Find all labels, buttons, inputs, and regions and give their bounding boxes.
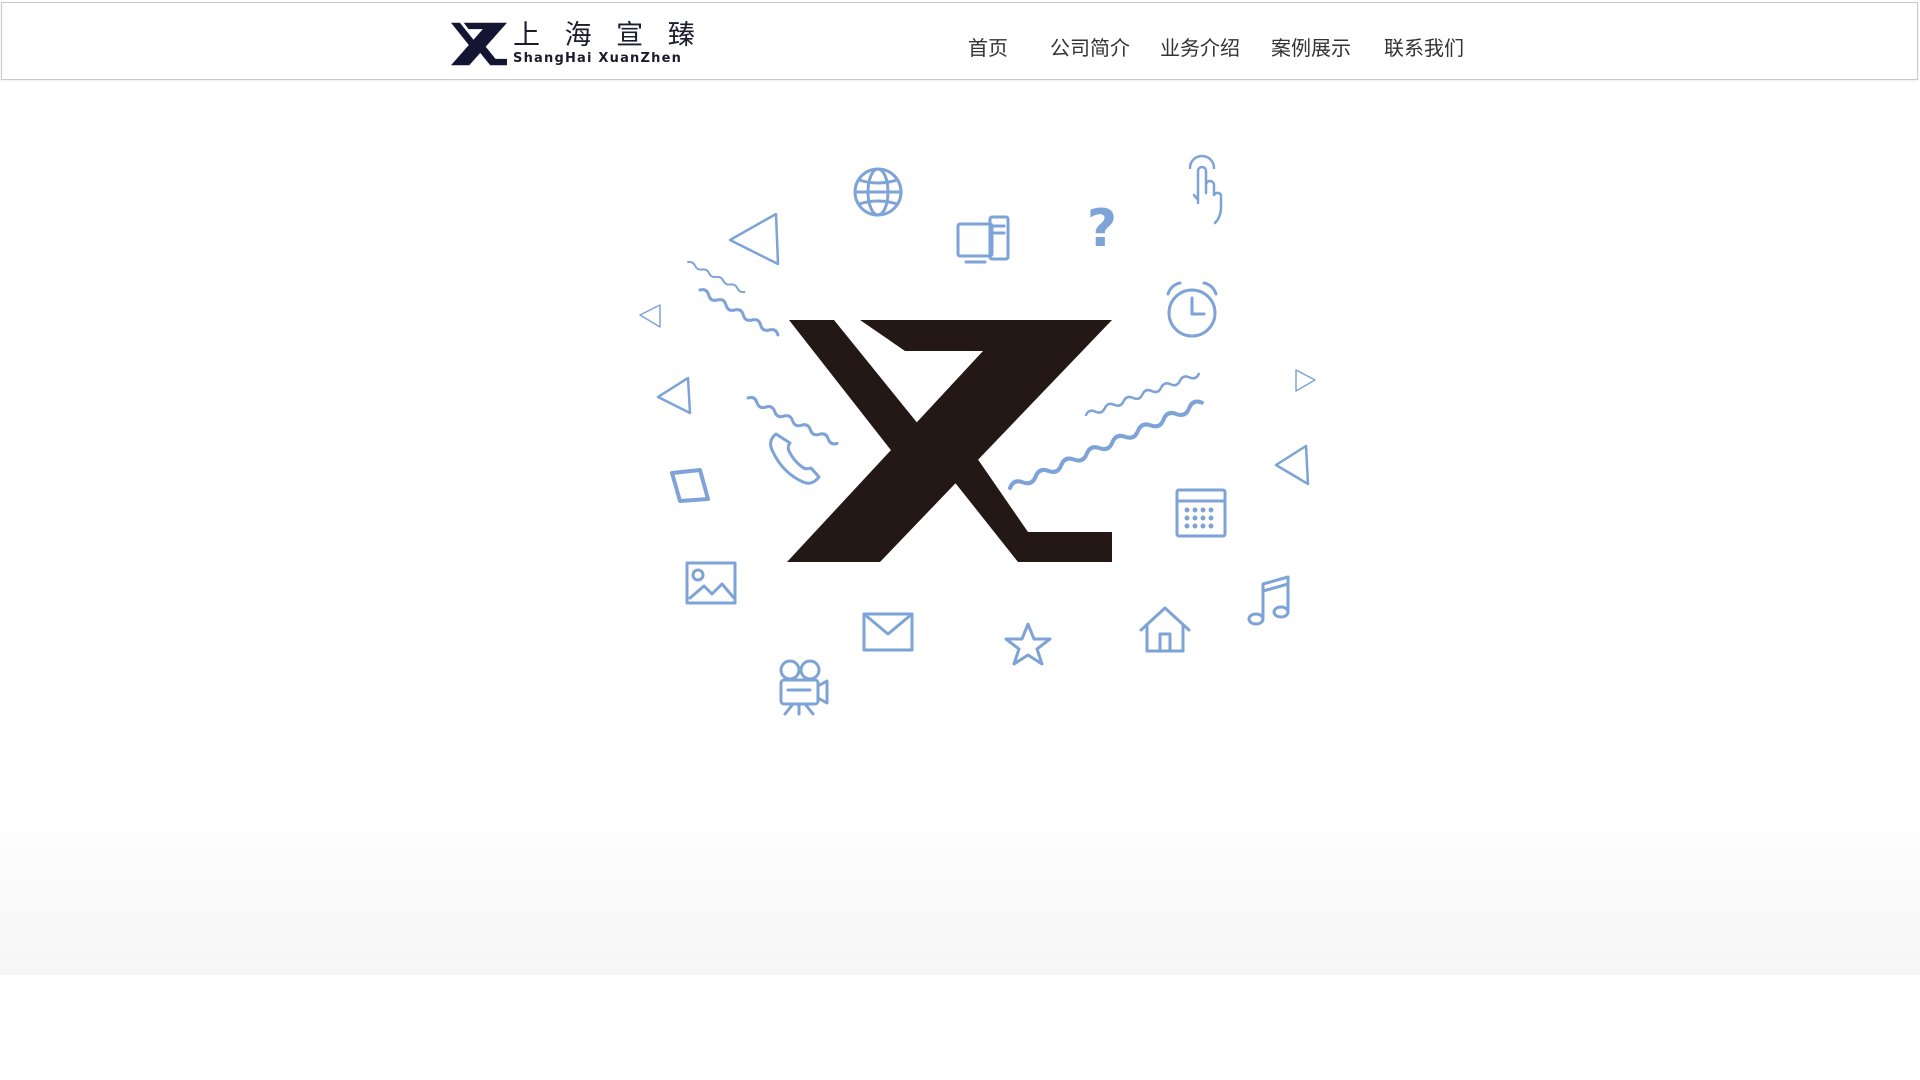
- question-icon: ?: [1087, 199, 1117, 259]
- home-icon: [1139, 606, 1191, 653]
- nav-item-home[interactable]: 首页: [968, 35, 1008, 61]
- main-nav: 首页 公司简介 业务介绍 案例展示 联系我们: [2, 35, 1917, 61]
- triangle-icon: [639, 304, 661, 328]
- triangle-icon: [1295, 369, 1316, 392]
- bottom-fade: [0, 800, 1920, 975]
- wave-decoration: [746, 395, 839, 446]
- nav-item-services[interactable]: 业务介绍: [1160, 35, 1240, 61]
- calendar-icon: [1175, 488, 1227, 538]
- phone-icon: [769, 432, 821, 485]
- computer-icon: [956, 215, 1010, 264]
- hero-illustration: ?: [639, 154, 1316, 716]
- diamond-icon: [670, 468, 710, 503]
- wave-decoration: [1084, 372, 1201, 417]
- triangle-icon: [656, 376, 692, 415]
- pointer-hand-icon: [1188, 154, 1223, 225]
- wave-decoration: [687, 260, 746, 294]
- star-icon: [1004, 622, 1052, 666]
- wave-decoration: [698, 288, 780, 337]
- nav-item-cases[interactable]: 案例展示: [1271, 35, 1351, 61]
- globe-icon: [853, 167, 903, 217]
- alarm-clock-icon: [1166, 281, 1218, 338]
- triangle-icon: [1274, 444, 1310, 486]
- film-camera-icon: [779, 659, 829, 716]
- nav-item-contact[interactable]: 联系我们: [1384, 35, 1464, 61]
- triangle-icon: [728, 212, 780, 266]
- top-header: 上 海 宣 臻 ShangHai XuanZhen 首页 公司简介 业务介绍 案…: [1, 2, 1918, 80]
- nav-item-about[interactable]: 公司简介: [1050, 35, 1130, 61]
- music-note-icon: [1247, 575, 1290, 626]
- image-icon: [685, 561, 737, 605]
- wave-decoration: [1008, 399, 1204, 490]
- xz-logo-icon: [787, 320, 1112, 562]
- envelope-icon: [862, 612, 914, 652]
